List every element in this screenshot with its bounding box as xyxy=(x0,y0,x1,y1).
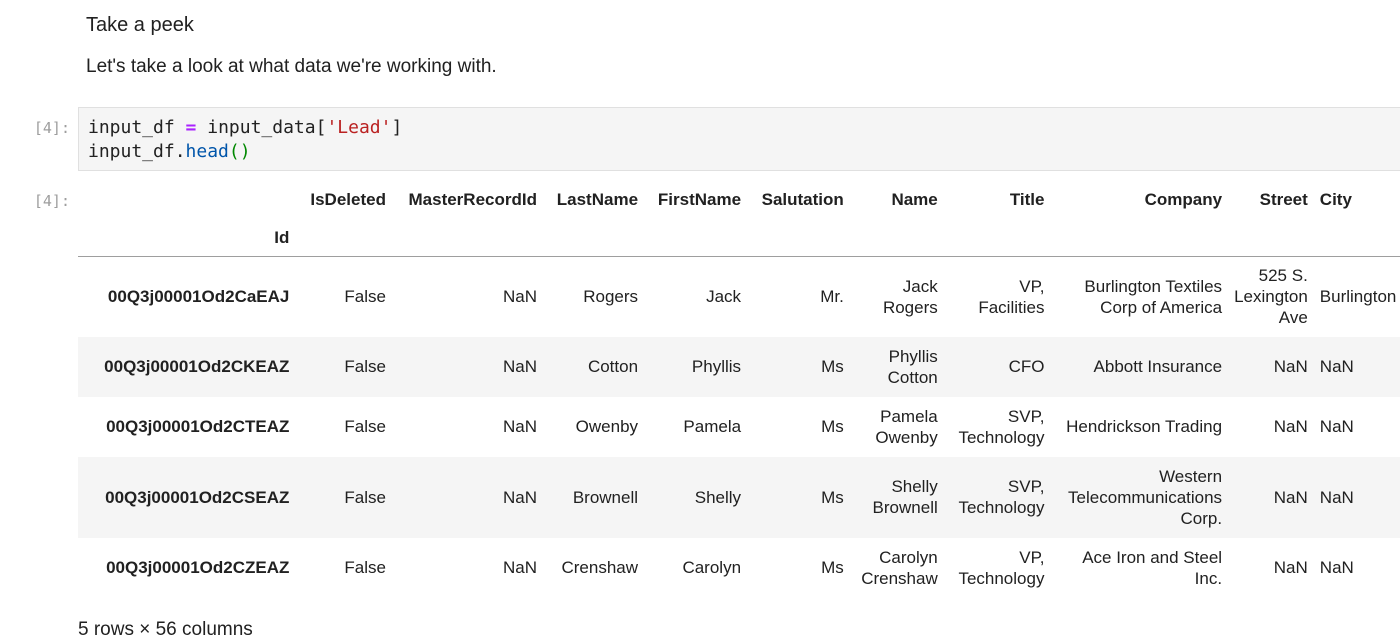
table-cell: Shelly Brownell xyxy=(872,477,938,517)
row-index: 00Q3j00001Od2CTEAZ xyxy=(106,417,290,436)
table-cell: Rogers xyxy=(583,287,639,307)
column-header: Salutation xyxy=(761,189,844,209)
table-cell: Carolyn Crenshaw xyxy=(861,547,938,588)
table-cell: False xyxy=(344,558,386,577)
table-cell: NaN xyxy=(1319,357,1354,376)
dataframe-table: IsDeleted MasterRecordId LastName FirstN… xyxy=(78,180,1400,598)
table-cell: SVP, Technology xyxy=(958,406,1045,447)
table-cell: Crenshaw xyxy=(561,558,639,577)
markdown-paragraph: Let's take a look at what data we're wor… xyxy=(86,56,497,77)
column-header-row: IsDeleted MasterRecordId LastName FirstN… xyxy=(78,180,1400,218)
column-header: MasterRecordId xyxy=(408,189,537,209)
code-parens: () xyxy=(228,141,251,162)
table-cell: NaN xyxy=(1319,558,1354,577)
index-corner xyxy=(78,180,295,218)
table-cell: NaN xyxy=(1319,487,1354,507)
column-header: City xyxy=(1319,189,1352,209)
code-call: input_data[ xyxy=(196,117,327,138)
column-header: Name xyxy=(891,189,938,209)
table-cell: Ms xyxy=(821,357,844,376)
table-cell: Ms xyxy=(821,417,844,436)
column-header: Title xyxy=(1009,189,1045,209)
table-cell: Hendrickson Trading xyxy=(1066,417,1223,436)
column-header: Company xyxy=(1144,189,1223,209)
table-row: 00Q3j00001Od2CaEAJ False NaN Rogers Jack… xyxy=(78,257,1400,337)
table-cell: NaN xyxy=(1273,357,1308,376)
column-header: Street xyxy=(1259,189,1308,209)
input-prompt: [4]: xyxy=(33,119,70,137)
table-cell: NaN xyxy=(1319,417,1354,436)
dataframe-summary: 5 rows × 56 columns xyxy=(78,619,253,636)
table-cell: False xyxy=(344,357,386,376)
table-cell: VP, Facilities xyxy=(978,276,1045,317)
table-cell: False xyxy=(344,487,386,507)
table-cell: 525 S. Lexington Ave xyxy=(1234,266,1308,328)
table-row: 00Q3j00001Od2CKEAZ False NaN Cotton Phyl… xyxy=(78,336,1400,397)
table-cell: NaN xyxy=(1273,487,1308,507)
row-index: 00Q3j00001Od2CSEAZ xyxy=(105,487,290,507)
table-cell: Carolyn xyxy=(682,558,742,577)
table-cell: Ms xyxy=(821,487,844,507)
row-index: 00Q3j00001Od2CaEAJ xyxy=(107,287,290,307)
code-string: 'Lead' xyxy=(326,117,392,138)
table-cell: NaN xyxy=(1273,558,1308,577)
table-cell: Burlington xyxy=(1319,287,1397,307)
table-cell: Jack Rogers xyxy=(882,276,938,317)
table-cell: Owenby xyxy=(575,417,639,436)
table-cell: Pamela Owenby xyxy=(875,406,938,447)
column-header: IsDeleted xyxy=(310,189,386,209)
column-header: LastName xyxy=(556,189,639,209)
table-cell: Burlington Textiles Corp of America xyxy=(1084,276,1223,317)
table-cell: NaN xyxy=(502,487,537,507)
table-cell: Ace Iron and Steel Inc. xyxy=(1082,547,1223,588)
code-function: head xyxy=(185,141,229,162)
index-header-row: Id xyxy=(78,218,1400,257)
table-cell: NaN xyxy=(502,287,537,307)
table-cell: CFO xyxy=(1008,357,1045,376)
table-row: 00Q3j00001Od2CTEAZ False NaN Owenby Pame… xyxy=(78,397,1400,457)
code-var: input_df xyxy=(88,117,186,138)
output-prompt: [4]: xyxy=(33,192,70,210)
table-cell: Abbott Insurance xyxy=(1093,357,1223,376)
table-cell: Jack xyxy=(706,287,742,307)
table-cell: Phyllis xyxy=(691,357,742,376)
output-area: IsDeleted MasterRecordId LastName FirstN… xyxy=(78,180,1400,598)
code-object: input_df. xyxy=(88,141,186,162)
code-bracket: ] xyxy=(391,117,403,138)
table-cell: NaN xyxy=(502,417,537,436)
table-cell: Brownell xyxy=(572,487,639,507)
table-row: 00Q3j00001Od2CZEAZ False NaN Crenshaw Ca… xyxy=(78,538,1400,598)
table-cell: Mr. xyxy=(820,287,844,307)
table-row: 00Q3j00001Od2CSEAZ False NaN Brownell Sh… xyxy=(78,456,1400,538)
table-cell: Ms xyxy=(821,558,844,577)
index-name: Id xyxy=(274,227,290,247)
table-cell: Shelly xyxy=(694,487,742,507)
row-index: 00Q3j00001Od2CKEAZ xyxy=(104,357,290,376)
notebook-page: Take a peek Let's take a look at what da… xyxy=(0,0,1400,636)
table-cell: False xyxy=(344,287,386,307)
table-cell: SVP, Technology xyxy=(958,477,1045,517)
code-operator: = xyxy=(185,117,197,138)
table-cell: NaN xyxy=(502,357,537,376)
code-editor[interactable]: input_df = input_data['Lead'] input_df.h… xyxy=(78,107,1400,171)
table-cell: NaN xyxy=(502,558,537,577)
row-index: 00Q3j00001Od2CZEAZ xyxy=(106,558,290,577)
table-cell: Cotton xyxy=(587,357,639,376)
table-cell: VP, Technology xyxy=(958,547,1045,588)
table-cell: False xyxy=(344,417,386,436)
column-header: FirstName xyxy=(657,189,742,209)
table-cell: Pamela xyxy=(683,417,742,436)
table-cell: NaN xyxy=(1273,417,1308,436)
table-cell: Western Telecommunications Corp. xyxy=(1068,466,1223,528)
table-cell: Phyllis Cotton xyxy=(887,346,938,387)
markdown-heading: Take a peek xyxy=(86,14,194,36)
